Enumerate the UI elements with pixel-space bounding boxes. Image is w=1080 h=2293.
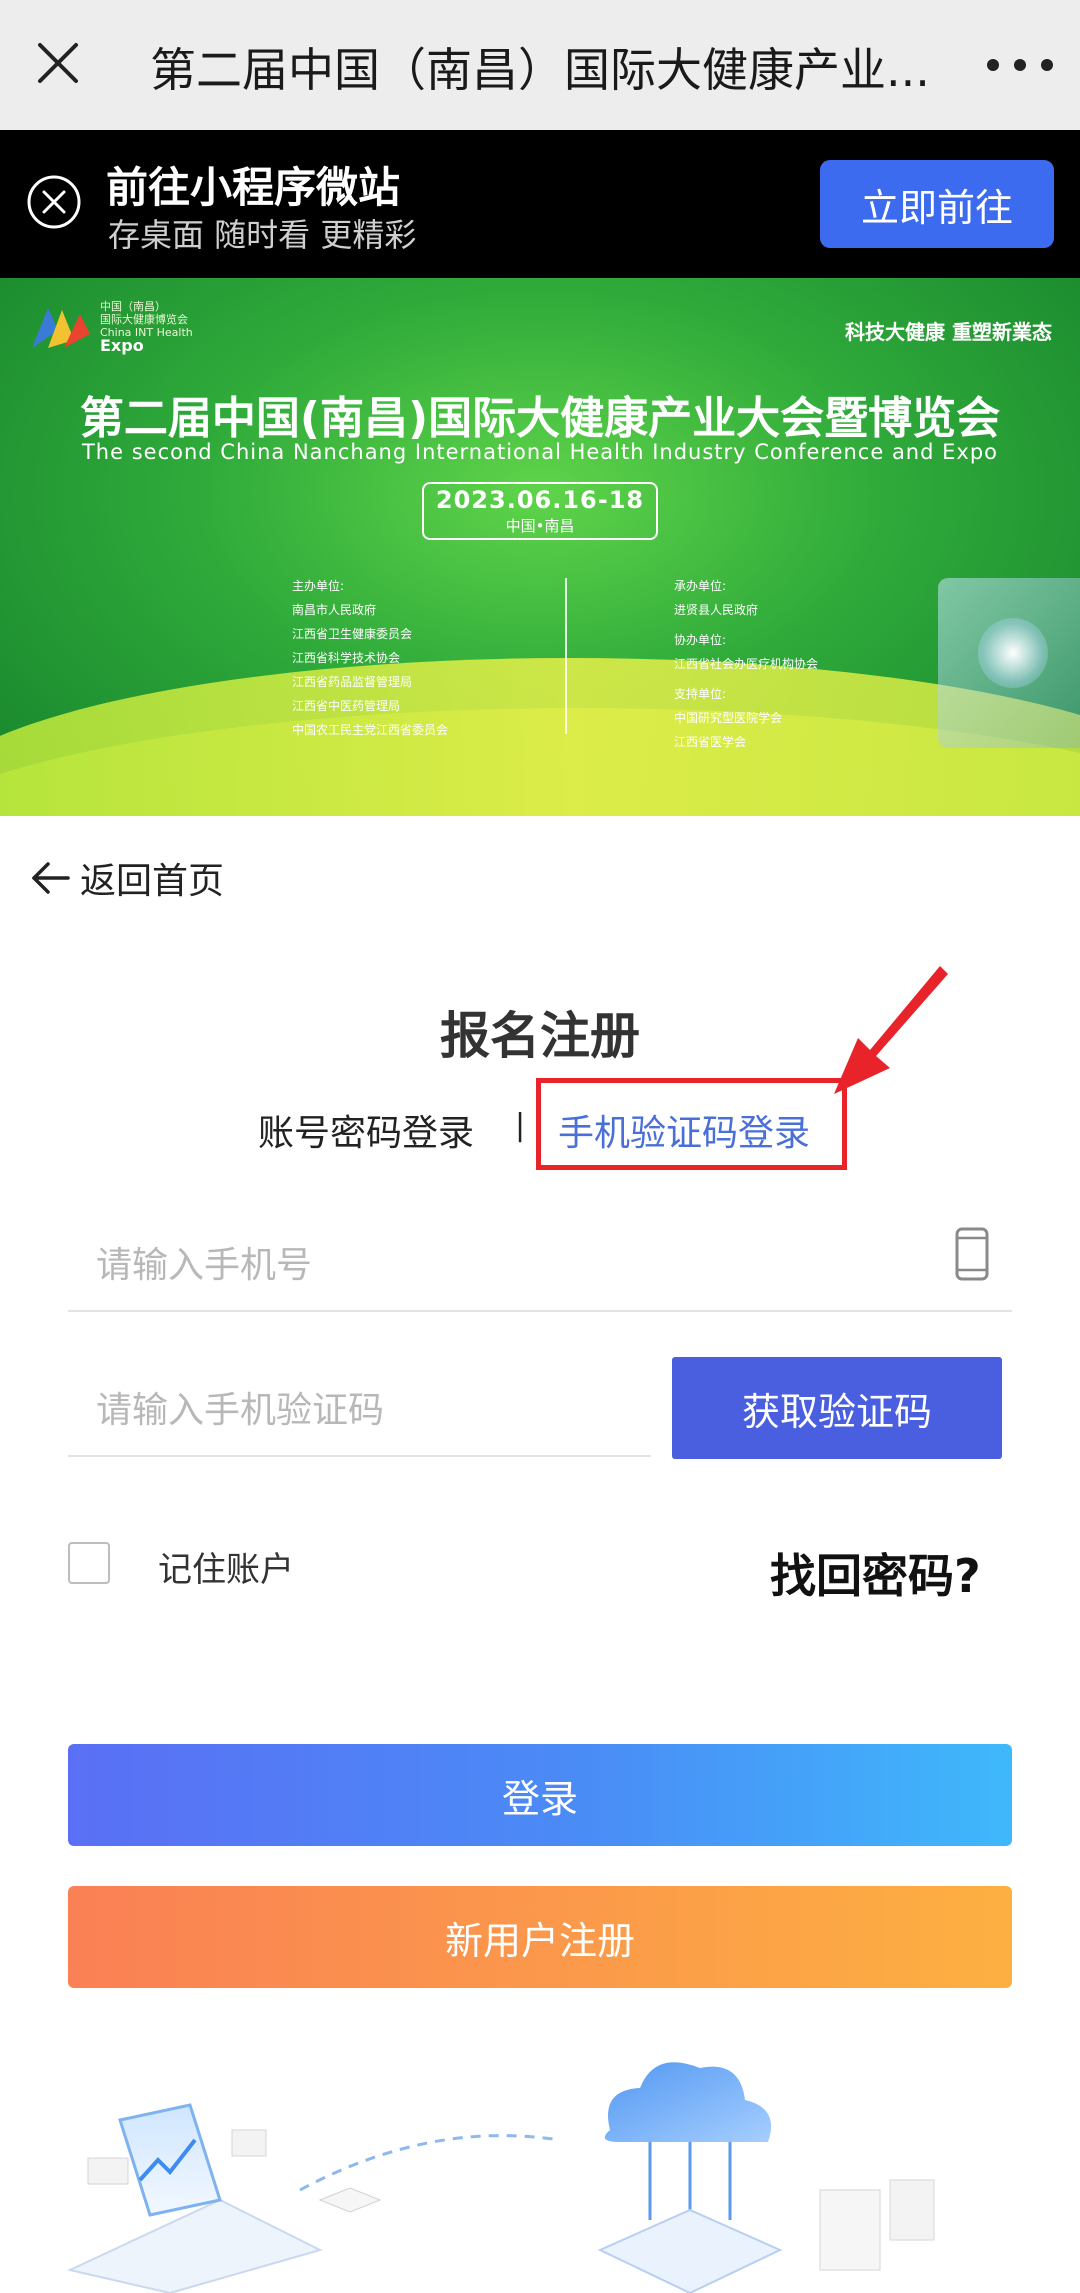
host-label: 主办单位:	[292, 579, 345, 593]
event-date-box: 2023.06.16-18 中国•南昌	[422, 482, 658, 540]
logo-line: 国际大健康博览会	[100, 313, 188, 326]
host-item: 江西省卫生健康委员会	[292, 627, 413, 641]
nav-bar: 第二届中国（南昌）国际大健康产业...	[0, 0, 1080, 130]
mobile-phone-icon	[955, 1227, 989, 1281]
banner-title: 第二届中国(南昌)国际大健康产业大会暨博览会	[79, 393, 1001, 444]
co-item: 江西省社会办医疗机构协会	[674, 657, 819, 671]
phone-input[interactable]	[68, 1220, 1012, 1310]
tab-separator: |	[515, 1108, 526, 1143]
support-item: 中国研究型医院学会	[674, 711, 783, 725]
forgot-password-link[interactable]: 找回密码?	[770, 1540, 981, 1606]
support-label: 支持单位:	[674, 687, 727, 701]
undertaker-item: 进贤县人民政府	[674, 603, 759, 617]
page-title: 第二届中国（南昌）国际大健康产业...	[150, 43, 930, 97]
phone-field-wrapper	[68, 1220, 1012, 1312]
host-item: 江西省中医药管理局	[292, 699, 401, 713]
login-button[interactable]: 登录	[68, 1744, 1012, 1846]
close-icon[interactable]	[30, 35, 86, 91]
logo-line: 中国（南昌）	[100, 300, 166, 313]
host-item: 中国农工民主党江西省委员会	[292, 723, 449, 737]
cloud-network-illustration	[66, 2062, 935, 2293]
more-icon[interactable]	[975, 40, 1065, 90]
dismiss-icon[interactable]	[26, 174, 82, 230]
back-home-label: 返回首页	[80, 861, 225, 902]
remember-checkbox[interactable]	[68, 1542, 110, 1584]
register-button[interactable]: 新用户注册	[68, 1886, 1012, 1988]
host-item: 江西省科学技术协会	[292, 651, 401, 665]
robot-hand-image	[938, 578, 1080, 748]
host-item: 南昌市人民政府	[292, 603, 377, 617]
event-location: 中国•南昌	[505, 517, 575, 535]
logo-expo: Expo	[100, 336, 144, 355]
host-item: 江西省药品监督管理局	[292, 675, 413, 689]
annotation-arrow-icon	[834, 966, 948, 1094]
host-list: 主办单位: 南昌市人民政府 江西省卫生健康委员会 江西省科学技术协会 江西省药品…	[292, 574, 448, 742]
remember-label: 记住账户	[158, 1550, 294, 1590]
banner-wave	[0, 658, 1080, 816]
go-now-button[interactable]: 立即前往	[820, 160, 1054, 248]
event-date: 2023.06.16-18	[435, 486, 645, 514]
expo-logo-icon	[32, 308, 90, 348]
arrow-left-icon	[32, 862, 70, 894]
support-item: 江西省医学会	[674, 735, 747, 749]
co-label: 协办单位:	[674, 633, 727, 647]
partner-list: 承办单位: 进贤县人民政府 协办单位: 江西省社会办医疗机构协会 支持单位: 中…	[674, 574, 818, 754]
back-home-link[interactable]: 返回首页	[28, 850, 224, 906]
mini-program-banner: 前往小程序微站 存桌面 随时看 更精彩 立即前往	[0, 130, 1080, 278]
undertaker-label: 承办单位:	[674, 579, 727, 593]
promo-title: 前往小程序微站	[106, 163, 401, 212]
tab-password-login[interactable]: 账号密码登录	[258, 1104, 474, 1156]
code-field-wrapper	[68, 1365, 651, 1457]
banner-slogan: 科技大健康 重塑新業态	[845, 320, 1052, 344]
banner-divider	[565, 578, 567, 734]
expo-logo-text: 中国（南昌） 国际大健康博览会 China INT Health Expo	[100, 300, 193, 355]
hologram-glow	[978, 618, 1048, 688]
get-code-button[interactable]: 获取验证码	[672, 1357, 1002, 1459]
promo-subtitle: 存桌面 随时看 更精彩	[108, 216, 417, 254]
event-banner: 中国（南昌） 国际大健康博览会 China INT Health Expo 科技…	[0, 278, 1080, 816]
sms-code-input[interactable]	[68, 1365, 651, 1455]
banner-subtitle: The second China Nanchang International …	[81, 440, 998, 464]
highlight-box	[536, 1078, 847, 1170]
